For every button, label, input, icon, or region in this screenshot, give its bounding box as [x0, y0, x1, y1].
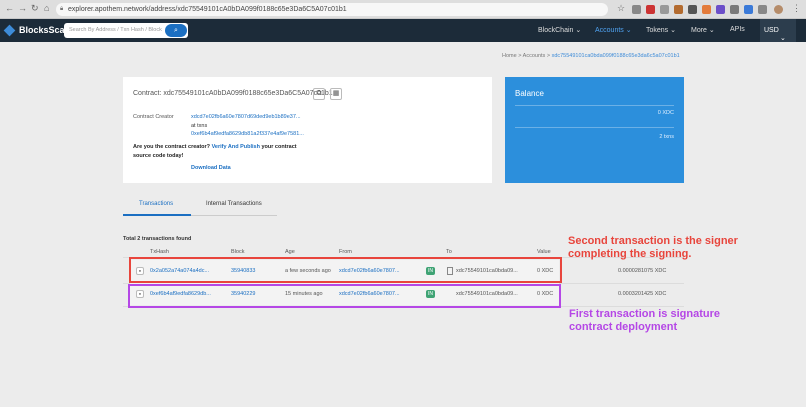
txn-count: 2 txns — [659, 134, 674, 140]
back-icon[interactable]: ← — [5, 3, 14, 13]
creator-label: Contract Creator — [133, 114, 174, 120]
verify-prompt: Are you the contract creator? Verify And… — [133, 144, 297, 159]
tab-transactions[interactable]: Transactions — [139, 201, 173, 207]
extension-icon[interactable] — [674, 5, 683, 14]
tx-fee: 0.0003201425 XDC — [618, 291, 667, 297]
extension-icon[interactable] — [716, 5, 725, 14]
first-tx-note: First transaction is signature contract … — [569, 308, 720, 333]
home-icon[interactable]: ⌂ — [44, 3, 49, 13]
logo-icon — [3, 24, 16, 37]
site-navbar: BlocksScan Search By Address / Txn Hash … — [0, 19, 806, 42]
nav-apis[interactable]: APIs — [730, 26, 745, 33]
header-from: From — [339, 249, 352, 255]
header-txhash: TxHash — [150, 249, 169, 255]
breadcrumb: Home > Accounts > xdc75549101ca0bda099f0… — [502, 53, 680, 59]
divider — [515, 127, 674, 128]
breadcrumb-address: xdc75549101ca0bda099f0188c65e3da6c5a07c0… — [551, 53, 680, 59]
nav-accounts[interactable]: Accounts ⌄ — [595, 26, 632, 34]
extension-icon[interactable] — [646, 5, 655, 14]
header-block: Block — [231, 249, 245, 255]
extension-icon[interactable] — [744, 5, 753, 14]
browser-toolbar: ← → ↻ ⌂ 🔒︎ explorer.apothem.network/addr… — [0, 0, 806, 19]
tab-internal-transactions[interactable]: Internal Transactions — [206, 201, 262, 207]
url-text: explorer.apothem.network/address/xdc7554… — [68, 6, 347, 13]
search-input[interactable]: Search By Address / Txn Hash / Block ⌕ — [64, 23, 188, 38]
balance-card: Balance 0 XDC 2 txns — [505, 77, 684, 183]
profile-avatar[interactable] — [774, 5, 783, 14]
creation-txn-link[interactable]: 0xef6b4af9edfa8629db81a2f337e4af9e7581..… — [191, 131, 304, 137]
total-transactions: Total 2 transactions found — [123, 236, 192, 242]
second-tx-note: Second transaction is the signer complet… — [568, 235, 738, 260]
header-age: Age — [285, 249, 295, 255]
currency-select[interactable]: USD ⌄ — [760, 19, 796, 42]
extension-icon[interactable] — [688, 5, 697, 14]
breadcrumb-separator: > — [518, 53, 522, 59]
second-tx-highlight — [129, 257, 562, 283]
nav-blockchain[interactable]: BlockChain ⌄ — [538, 26, 581, 34]
search-button[interactable]: ⌕ — [165, 24, 187, 37]
extension-icon[interactable] — [660, 5, 669, 14]
creator-address-link[interactable]: xdcd7e02fb6a60e7807d69ded9eb1b89e37... — [191, 114, 301, 120]
address-bar[interactable]: 🔒︎ explorer.apothem.network/address/xdc7… — [56, 3, 608, 16]
balance-amount: 0 XDC — [657, 110, 674, 116]
at-txns-label: at txns — [191, 123, 208, 129]
balance-title: Balance — [515, 89, 544, 98]
breadcrumb-home[interactable]: Home — [502, 53, 517, 59]
active-tab-indicator — [123, 214, 191, 216]
copy-icon: ⧉ — [316, 90, 322, 97]
contract-title: Contract: xdc75549101cA0bDA099f0188c65e3… — [133, 90, 333, 97]
header-to: To — [446, 249, 452, 255]
nav-tokens[interactable]: Tokens ⌄ — [646, 26, 676, 34]
tx-fee: 0.0000281075 XDC — [618, 268, 667, 274]
metamask-icon[interactable] — [702, 5, 711, 14]
qr-code-button[interactable]: ▦ — [330, 88, 342, 100]
reload-icon[interactable]: ↻ — [31, 3, 39, 14]
qr-code-icon: ▦ — [332, 90, 340, 97]
breadcrumb-separator: > — [546, 53, 551, 59]
kebab-menu-icon[interactable]: ⋮ — [792, 3, 801, 14]
extension-icon[interactable] — [758, 5, 767, 14]
forward-icon[interactable]: → — [18, 3, 27, 13]
star-icon[interactable]: ☆ — [617, 3, 625, 14]
breadcrumb-accounts[interactable]: Accounts — [523, 53, 546, 59]
lock-icon: 🔒︎ — [60, 6, 64, 12]
divider — [515, 105, 674, 106]
copy-button[interactable]: ⧉ — [313, 88, 325, 100]
search-icon: ⌕ — [174, 27, 178, 34]
contract-card: Contract: xdc75549101cA0bDA099f0188c65e3… — [123, 77, 492, 183]
chevron-down-icon: ⌄ — [780, 35, 786, 42]
extension-icon[interactable] — [730, 5, 739, 14]
header-value: Value — [537, 249, 551, 255]
nav-more[interactable]: More ⌄ — [691, 26, 715, 34]
verify-publish-link[interactable]: Verify And Publish — [212, 144, 260, 150]
first-tx-highlight — [128, 284, 561, 308]
site-logo[interactable]: BlocksScan — [3, 23, 70, 38]
download-data-link[interactable]: Download Data — [191, 165, 231, 171]
extension-icon[interactable] — [632, 5, 641, 14]
